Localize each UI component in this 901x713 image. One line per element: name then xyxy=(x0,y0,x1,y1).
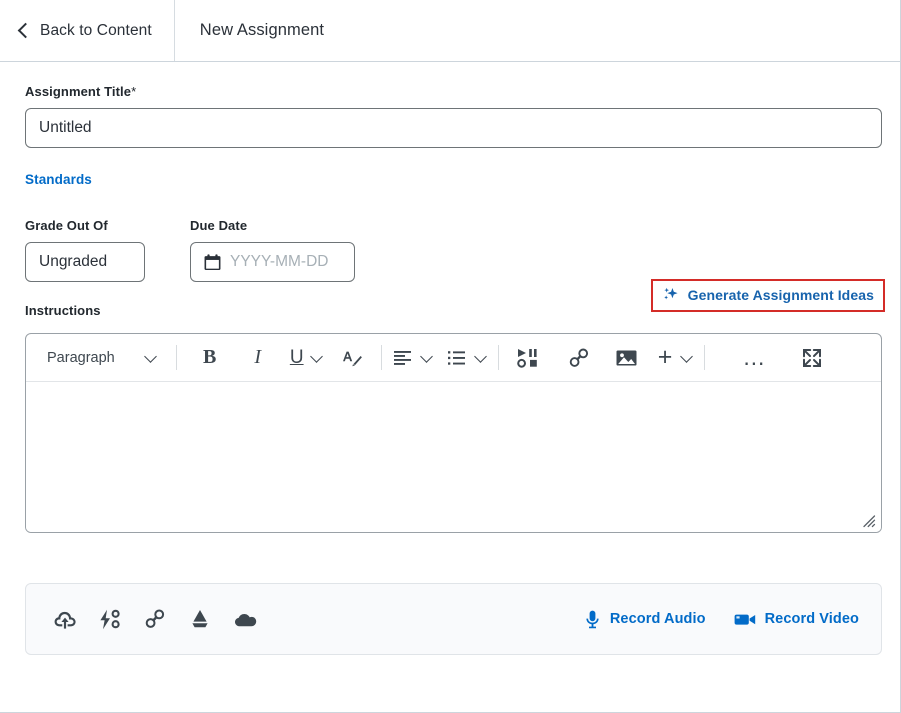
grade-out-of-value: Ungraded xyxy=(39,253,108,270)
record-buttons: Record Audio Record Video xyxy=(584,610,859,629)
media-controls-icon xyxy=(516,348,537,368)
toolbar-separator xyxy=(175,345,177,370)
due-date-input[interactable]: YYYY-MM-DD xyxy=(190,242,355,282)
generate-assignment-ideas-button[interactable]: Generate Assignment Ideas xyxy=(650,279,885,312)
chevron-down-icon xyxy=(475,352,486,363)
chevron-down-icon xyxy=(421,352,432,363)
sparkle-icon xyxy=(663,287,678,300)
chevron-down-icon xyxy=(311,352,322,363)
grade-due-row: Grade Out Of Ungraded Due Date YYYY-MM-D… xyxy=(25,218,900,282)
calendar-icon xyxy=(204,253,221,270)
attachment-icons xyxy=(52,606,258,632)
insert-stuff-button[interactable] xyxy=(511,341,545,375)
instructions-label: Instructions xyxy=(25,303,101,318)
page-header: Back to Content New Assignment xyxy=(0,0,900,62)
list-button[interactable] xyxy=(447,341,486,375)
due-date-label: Due Date xyxy=(190,218,248,233)
page-title: New Assignment xyxy=(199,21,325,39)
chevron-down-icon xyxy=(145,352,156,363)
link-icon xyxy=(569,348,588,367)
image-icon xyxy=(616,350,637,365)
quicklink-button[interactable] xyxy=(97,606,123,632)
record-video-button[interactable]: Record Video xyxy=(734,611,859,627)
bold-button[interactable]: B xyxy=(193,341,227,375)
video-camera-icon xyxy=(734,614,755,625)
insert-image-button[interactable] xyxy=(610,341,644,375)
record-audio-button[interactable]: Record Audio xyxy=(584,610,706,629)
instructions-editor-body[interactable] xyxy=(26,382,881,532)
resize-grip-icon[interactable] xyxy=(860,512,876,528)
align-left-icon xyxy=(393,350,411,365)
toolbar-separator xyxy=(380,345,382,370)
bulleted-list-icon xyxy=(447,350,465,365)
text-format-button[interactable] xyxy=(335,341,369,375)
align-button[interactable] xyxy=(393,341,432,375)
required-marker: * xyxy=(131,84,137,99)
new-assignment-page: Back to Content New Assignment Assignmen… xyxy=(0,0,901,713)
google-drive-button[interactable] xyxy=(187,606,213,632)
assignment-title-label: Assignment Title* xyxy=(25,84,900,99)
toolbar-separator xyxy=(704,345,706,370)
onedrive-button[interactable] xyxy=(232,606,258,632)
due-date-placeholder: YYYY-MM-DD xyxy=(230,253,329,270)
editor-toolbar: Paragraph B I U + … xyxy=(26,334,881,382)
instructions-editor: Paragraph B I U + … xyxy=(25,333,882,533)
format-text-icon xyxy=(342,351,362,366)
overflow-button[interactable]: … xyxy=(737,341,771,375)
assignment-title-value: Untitled xyxy=(39,119,92,136)
grade-out-of-input[interactable]: Ungraded xyxy=(25,242,145,282)
chevron-left-icon xyxy=(16,24,30,38)
link-icon xyxy=(145,609,165,628)
record-audio-label: Record Audio xyxy=(609,611,706,627)
paragraph-style-select[interactable]: Paragraph xyxy=(38,341,164,375)
fullscreen-button[interactable] xyxy=(795,341,829,375)
insert-link-button[interactable] xyxy=(142,606,168,632)
toolbar-separator xyxy=(497,345,499,370)
upload-file-button[interactable] xyxy=(52,606,78,632)
assignment-form: Assignment Title* Untitled Standards Gra… xyxy=(0,84,900,655)
grade-out-of-label: Grade Out Of xyxy=(25,218,108,233)
insert-link-button[interactable] xyxy=(562,341,596,375)
attachment-toolbar: Record Audio Record Video xyxy=(25,583,882,655)
generate-assignment-ideas-label: Generate Assignment Ideas xyxy=(687,287,874,303)
onedrive-cloud-icon xyxy=(234,613,256,626)
standards-link[interactable]: Standards xyxy=(25,172,92,187)
lightning-quicklink-icon xyxy=(100,609,120,629)
assignment-title-label-text: Assignment Title xyxy=(25,84,132,99)
expand-icon xyxy=(803,348,822,367)
underline-button[interactable]: U xyxy=(289,341,323,375)
chevron-down-icon xyxy=(681,352,692,363)
back-to-content-label: Back to Content xyxy=(40,21,152,39)
italic-icon: I xyxy=(254,346,262,368)
bold-icon: B xyxy=(203,346,217,368)
italic-button[interactable]: I xyxy=(241,341,275,375)
record-video-label: Record Video xyxy=(764,611,859,627)
ellipsis-icon: … xyxy=(742,344,767,370)
grade-out-of-field: Grade Out Of Ungraded xyxy=(25,218,190,282)
upload-cloud-icon xyxy=(54,611,76,629)
google-drive-icon xyxy=(192,610,208,628)
insert-more-button[interactable]: + xyxy=(658,341,693,375)
due-date-field: Due Date YYYY-MM-DD xyxy=(190,218,390,282)
assignment-title-input[interactable]: Untitled xyxy=(25,108,882,148)
instructions-row: Instructions Generate Assignment Ideas xyxy=(25,279,900,325)
underline-icon: U xyxy=(289,346,304,368)
plus-icon: + xyxy=(657,343,673,371)
paragraph-style-label: Paragraph xyxy=(47,349,115,366)
back-to-content-button[interactable]: Back to Content xyxy=(0,0,175,61)
microphone-icon xyxy=(586,610,599,628)
